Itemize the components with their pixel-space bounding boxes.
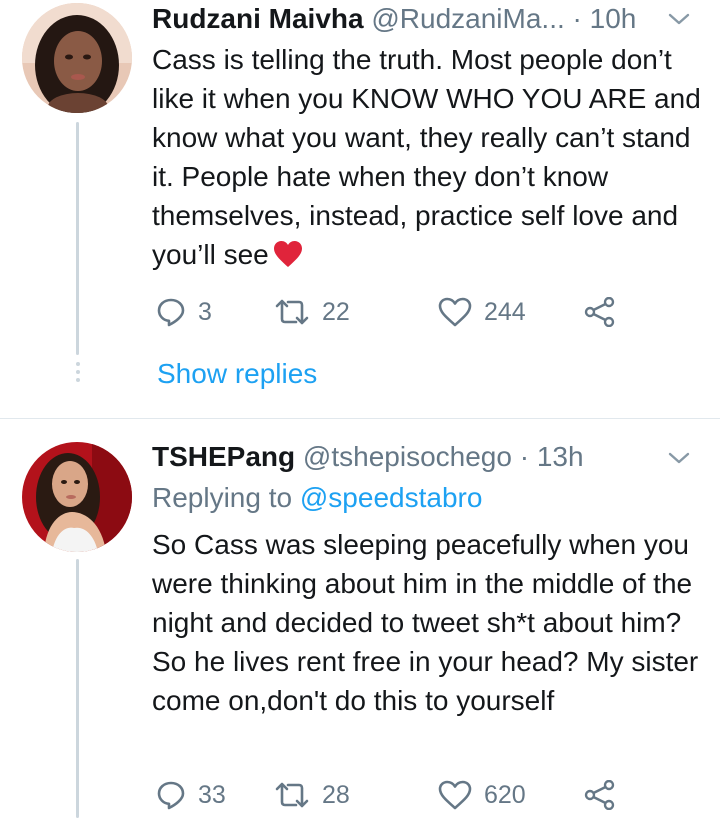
tweet-header: Rudzani Maivha @RudzaniMa... · 10h	[152, 2, 636, 36]
show-replies-link[interactable]: Show replies	[157, 357, 317, 391]
thread-dots	[75, 362, 81, 386]
tweet-header: TSHEPang @tshepisochego · 13h	[152, 440, 584, 474]
reply-icon	[157, 298, 185, 327]
user-handle[interactable]: @tshepisochego	[303, 441, 512, 472]
tweet-text: Cass is telling the truth. Most people d…	[152, 40, 702, 274]
display-name[interactable]: TSHEPang	[152, 441, 295, 472]
reply-count: 33	[198, 780, 226, 809]
reply-button[interactable]: 3	[156, 295, 212, 329]
separator: ·	[572, 3, 582, 34]
reply-icon	[157, 781, 185, 810]
like-button[interactable]: 244	[438, 295, 526, 329]
tweet-body: Cass is telling the truth. Most people d…	[152, 44, 701, 270]
like-count: 244	[484, 297, 526, 326]
share-icon	[584, 780, 615, 810]
thread-line	[76, 559, 79, 818]
retweet-count: 28	[322, 780, 350, 809]
tweet-actions: 3 22 244	[156, 295, 656, 329]
chevron-down-icon[interactable]	[666, 6, 692, 32]
reply-button[interactable]: 33	[156, 778, 226, 812]
avatar[interactable]	[22, 442, 132, 552]
avatar[interactable]	[22, 3, 132, 113]
timestamp[interactable]: 10h	[590, 3, 637, 34]
thread-line	[76, 122, 79, 355]
reply-count: 3	[198, 297, 212, 326]
retweet-count: 22	[322, 297, 350, 326]
retweet-button[interactable]: 22	[274, 295, 350, 329]
tweet-text: So Cass was sleeping peacefully when you…	[152, 529, 699, 716]
separator: ·	[519, 441, 530, 472]
display-name[interactable]: Rudzani Maivha	[152, 3, 364, 34]
replying-to-label: Replying to	[152, 482, 293, 513]
share-button[interactable]	[584, 778, 616, 812]
retweet-icon	[275, 782, 309, 808]
timestamp[interactable]: 13h	[537, 441, 584, 472]
like-icon	[438, 297, 472, 327]
tweet-actions: 33 28 620	[156, 778, 656, 812]
user-handle[interactable]: @RudzaniMa...	[371, 3, 564, 34]
share-icon	[584, 297, 615, 327]
like-icon	[438, 780, 472, 810]
retweet-icon	[275, 299, 309, 325]
like-button[interactable]: 620	[438, 778, 526, 812]
mention-link[interactable]: @speedstabro	[300, 482, 483, 513]
retweet-button[interactable]: 28	[274, 778, 350, 812]
replying-to: Replying to @speedstabro	[152, 479, 482, 517]
share-button[interactable]	[584, 295, 616, 329]
like-count: 620	[484, 780, 526, 809]
red-heart-emoji	[273, 241, 302, 267]
chevron-down-icon[interactable]	[666, 445, 692, 471]
